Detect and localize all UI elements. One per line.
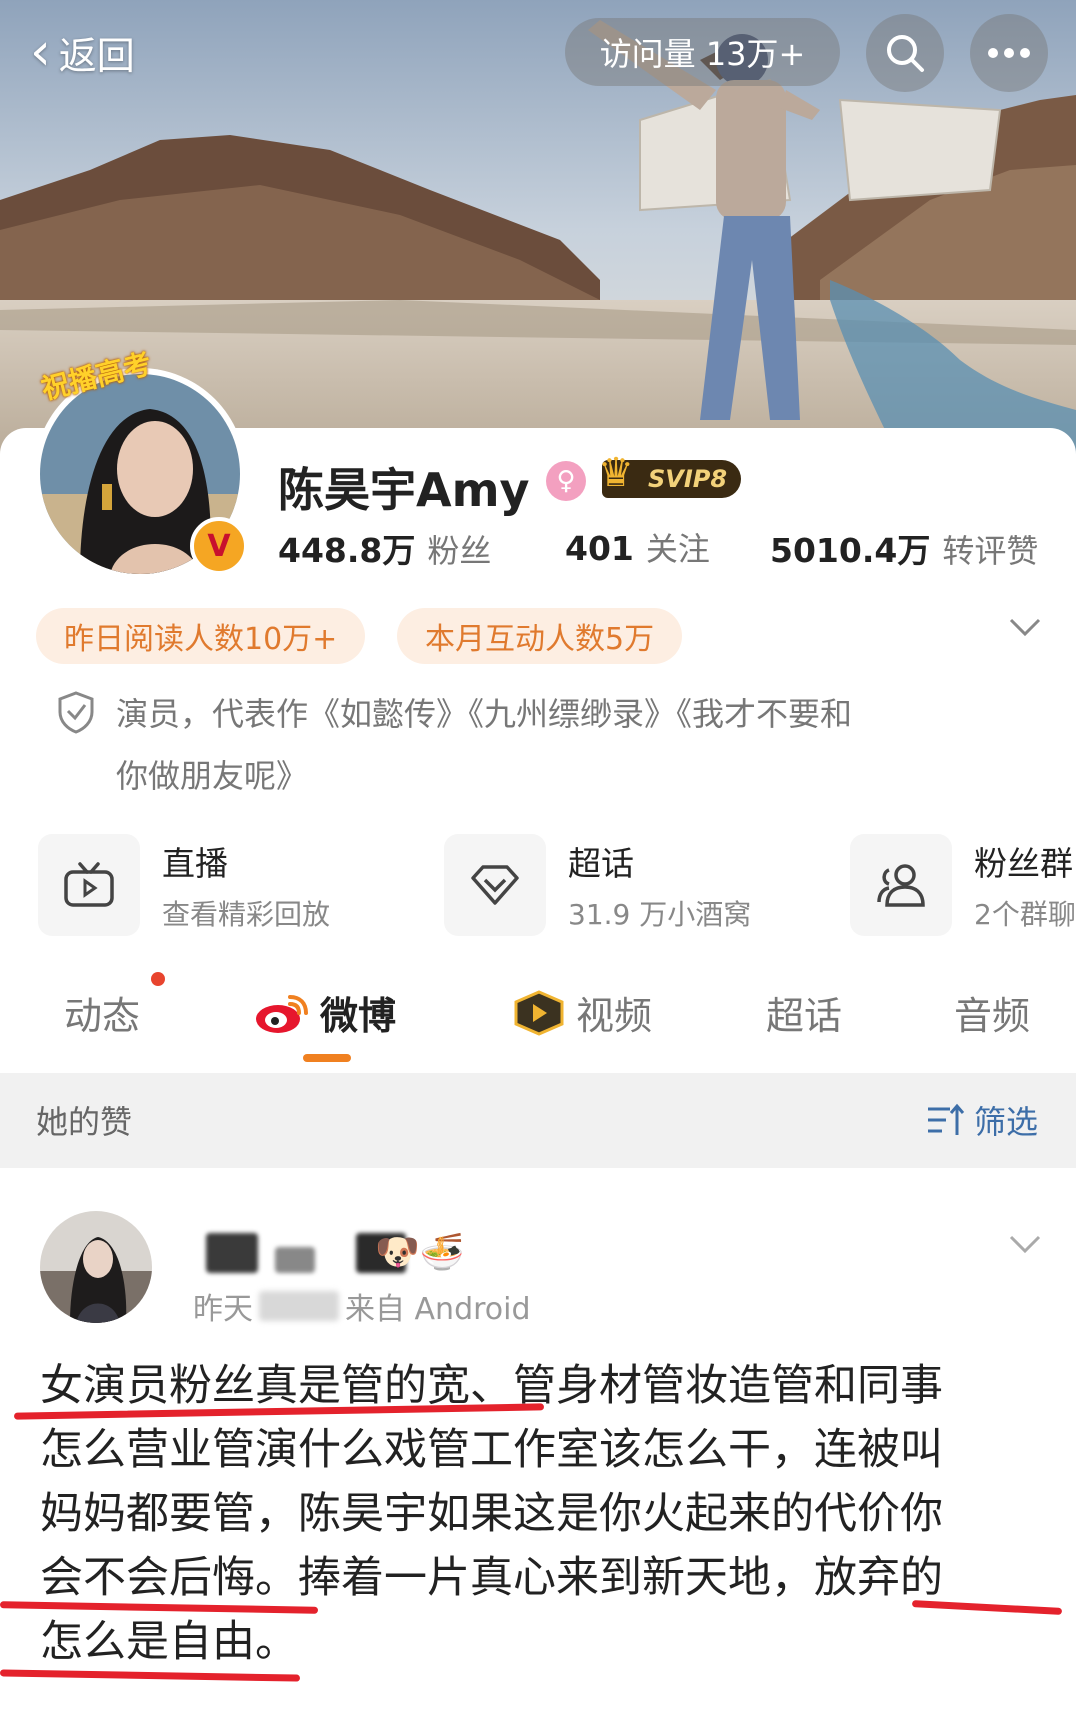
tag-label: 昨日阅读人数10万+ [64,622,338,657]
chevron-down-icon [1009,1235,1041,1254]
tab-supertopic[interactable]: 超话 [766,985,842,1040]
group-icon [850,834,952,936]
feature-subtitle: 查看精彩回放 [162,898,331,931]
emoji-icons: 🐶🍜 [375,1232,465,1273]
more-icon [988,48,1030,58]
stat-label: 转评赞 [942,532,1039,570]
search-icon [887,35,924,72]
search-button[interactable] [866,14,944,92]
redacted-text [259,1291,339,1321]
post-content: 女演员粉丝真是管的宽、管身材管妆造管和同事 怎么营业管演什么戏管工作室该怎么干，… [40,1354,1040,1674]
feature-title: 直播 [162,844,228,883]
chevron-left-icon: ‹ [30,22,51,82]
tab-audio[interactable]: 音频 [954,985,1030,1040]
tab-feed[interactable]: 动态 [64,985,140,1040]
crown-icon: ♛ [598,450,634,496]
filter-button[interactable]: 筛选 [926,1097,1038,1143]
tv-icon [38,834,140,936]
feature-fan-group[interactable]: 粉丝群 2个群聊 [850,834,1076,936]
diamond-icon [444,834,546,936]
stat-followers[interactable]: 448.8万 粉丝 [278,524,491,572]
svip-label: SVIP8 [648,465,728,493]
tab-video[interactable]: 视频 [512,985,652,1040]
tab-label: 动态 [64,994,141,1038]
verified-badge: V [190,517,248,575]
profile-name: 陈昊宇Amy [278,463,530,517]
chevron-down-icon [1009,618,1041,637]
tab-weibo[interactable]: 微博 [254,985,396,1040]
tab-label: 超话 [766,994,843,1038]
filter-icon [927,1103,965,1135]
post-line: 怎么是自由。 [40,1617,298,1667]
stat-interactions[interactable]: 5010.4万 转评赞 [770,524,1038,572]
post-meta: 昨天 来自 Android [193,1284,531,1328]
feature-title: 超话 [568,844,634,883]
more-button[interactable] [970,14,1048,92]
stat-value: 5010.4万 [770,531,931,570]
stat-label: 粉丝 [427,532,492,570]
tag-label: 本月互动人数5万 [425,622,655,657]
feature-subtitle: 2个群聊 [974,898,1076,931]
section-label: 她的赞 [36,1103,133,1141]
feature-subtitle: 31.9 万小酒窝 [568,898,752,931]
gender-symbol: ♀ [556,466,576,496]
female-icon: ♀ [546,461,586,501]
back-label: 返回 [58,33,135,78]
expand-button[interactable] [1008,616,1042,642]
tab-label: 音频 [954,994,1031,1038]
stat-value: 448.8万 [278,531,416,570]
visits-pill[interactable]: 访问量 13万+ [565,18,840,86]
tab-label: 微博 [320,994,397,1038]
description-line: 你做朋友呢》 [116,757,309,795]
active-tab-indicator [303,1054,351,1062]
feature-title: 粉丝群 [974,844,1073,883]
filter-label: 筛选 [973,1103,1038,1141]
svip-badge[interactable]: ♛ SVIP8 [598,450,742,498]
notification-dot [151,972,165,986]
stat-following[interactable]: 401 关注 [565,524,710,570]
shield-icon [56,690,96,738]
description-line: 演员，代表作《如懿传》《九州缥缈录》《我才不要和 [116,695,853,733]
video-icon [514,989,564,1036]
tag-reads[interactable]: 昨日阅读人数10万+ [36,608,366,664]
tab-label: 视频 [576,994,653,1038]
post-line: 妈妈都要管，陈昊宇如果这是你火起来的代价你 [40,1489,943,1539]
post-line: 会不会后悔。捧着一片真心来到新天地，放弃的 [40,1553,943,1603]
weibo-icon [256,994,308,1033]
feature-supertopic[interactable]: 超话 31.9 万小酒窝 [444,834,751,936]
visits-label: 访问量 13万+ [599,35,806,73]
liked-section-header: 她的赞 筛选 [0,1073,1076,1168]
post-menu-button[interactable] [1008,1233,1042,1259]
stat-value: 401 [565,529,634,568]
stat-label: 关注 [645,530,710,568]
post-author-avatar[interactable] [40,1211,152,1323]
post-time: 昨天 [193,1292,253,1327]
post-line: 怎么营业管演什么戏管工作室该怎么干，连被叫 [40,1425,943,1475]
feature-live[interactable]: 直播 查看精彩回放 [38,834,330,936]
back-button[interactable]: ‹ 返回 [30,24,135,80]
tag-interactions[interactable]: 本月互动人数5万 [397,608,683,664]
post-source: 来自 Android [345,1292,531,1327]
profile-description: 演员，代表作《如懿传》《九州缥缈录》《我才不要和 你做朋友呢》 [116,683,996,807]
verified-icon: V [207,528,231,564]
